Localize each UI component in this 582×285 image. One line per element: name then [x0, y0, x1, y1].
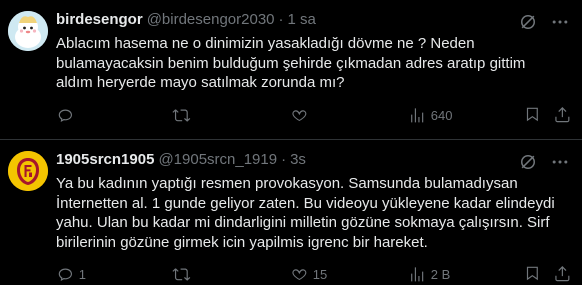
reply-icon	[58, 268, 73, 281]
more-options-icon[interactable]	[550, 152, 570, 172]
tweet-actions: 640	[56, 105, 572, 125]
separator-dot: ·	[278, 10, 284, 28]
timestamp[interactable]: 1 sa	[288, 11, 316, 28]
tweet-actions: 1 15 2 B	[56, 264, 572, 284]
tweet-header: birdesengor @birdesengor2030 · 1 sa	[56, 9, 572, 29]
like-count: 15	[312, 266, 328, 282]
reply-button[interactable]	[56, 106, 172, 125]
reply-button[interactable]: 1	[56, 265, 172, 284]
views-count: 640	[430, 107, 453, 123]
tweet-extra-actions	[511, 264, 573, 283]
retweet-icon	[172, 108, 191, 122]
heart-icon	[292, 268, 307, 280]
user-handle[interactable]: @1905srcn_1919	[158, 151, 277, 168]
heart-icon	[292, 109, 307, 121]
like-button[interactable]: 15	[290, 265, 408, 284]
views-button[interactable]: 640	[408, 106, 488, 125]
separator-dot: ·	[281, 150, 287, 168]
views-icon	[411, 266, 424, 282]
like-button[interactable]	[290, 106, 408, 125]
avatar[interactable]	[8, 151, 48, 191]
reply-icon	[58, 109, 73, 122]
display-name[interactable]: birdesengor	[56, 11, 143, 28]
share-icon[interactable]	[553, 264, 572, 283]
views-count: 2 B	[430, 266, 451, 282]
more-options-icon[interactable]	[550, 12, 570, 32]
tweet[interactable]: birdesengor @birdesengor2030 · 1 sa Abla…	[0, 0, 582, 139]
views-icon	[411, 107, 424, 123]
tweet-text: Ablacım hasema ne o dinimizin yasakladığ…	[56, 35, 526, 91]
display-name[interactable]: 1905srcn1905	[56, 151, 154, 168]
reply-count: 1	[78, 266, 86, 282]
tweet-extra-actions	[511, 105, 573, 124]
bookmark-icon[interactable]	[523, 105, 542, 124]
retweet-button[interactable]	[172, 106, 290, 125]
galatasaray-logo-avatar-icon	[8, 151, 48, 191]
tweet-header: 1905srcn1905 @1905srcn_1919 · 3s	[56, 149, 572, 169]
share-icon[interactable]	[553, 105, 572, 124]
retweet-button[interactable]	[172, 265, 290, 284]
timestamp[interactable]: 3s	[290, 151, 306, 168]
views-button[interactable]: 2 B	[408, 265, 488, 284]
grok-icon[interactable]	[518, 12, 538, 32]
bookmark-icon[interactable]	[523, 264, 542, 283]
retweet-icon	[172, 267, 191, 281]
grok-icon[interactable]	[518, 152, 538, 172]
tweet-feed: birdesengor @birdesengor2030 · 1 sa Abla…	[0, 0, 582, 285]
cartoon-character-avatar-icon	[8, 11, 48, 51]
tweet-text: Ya bu kadının yaptığı resmen provokasyon…	[56, 175, 555, 251]
avatar[interactable]	[8, 11, 48, 51]
user-handle[interactable]: @birdesengor2030	[147, 11, 275, 28]
